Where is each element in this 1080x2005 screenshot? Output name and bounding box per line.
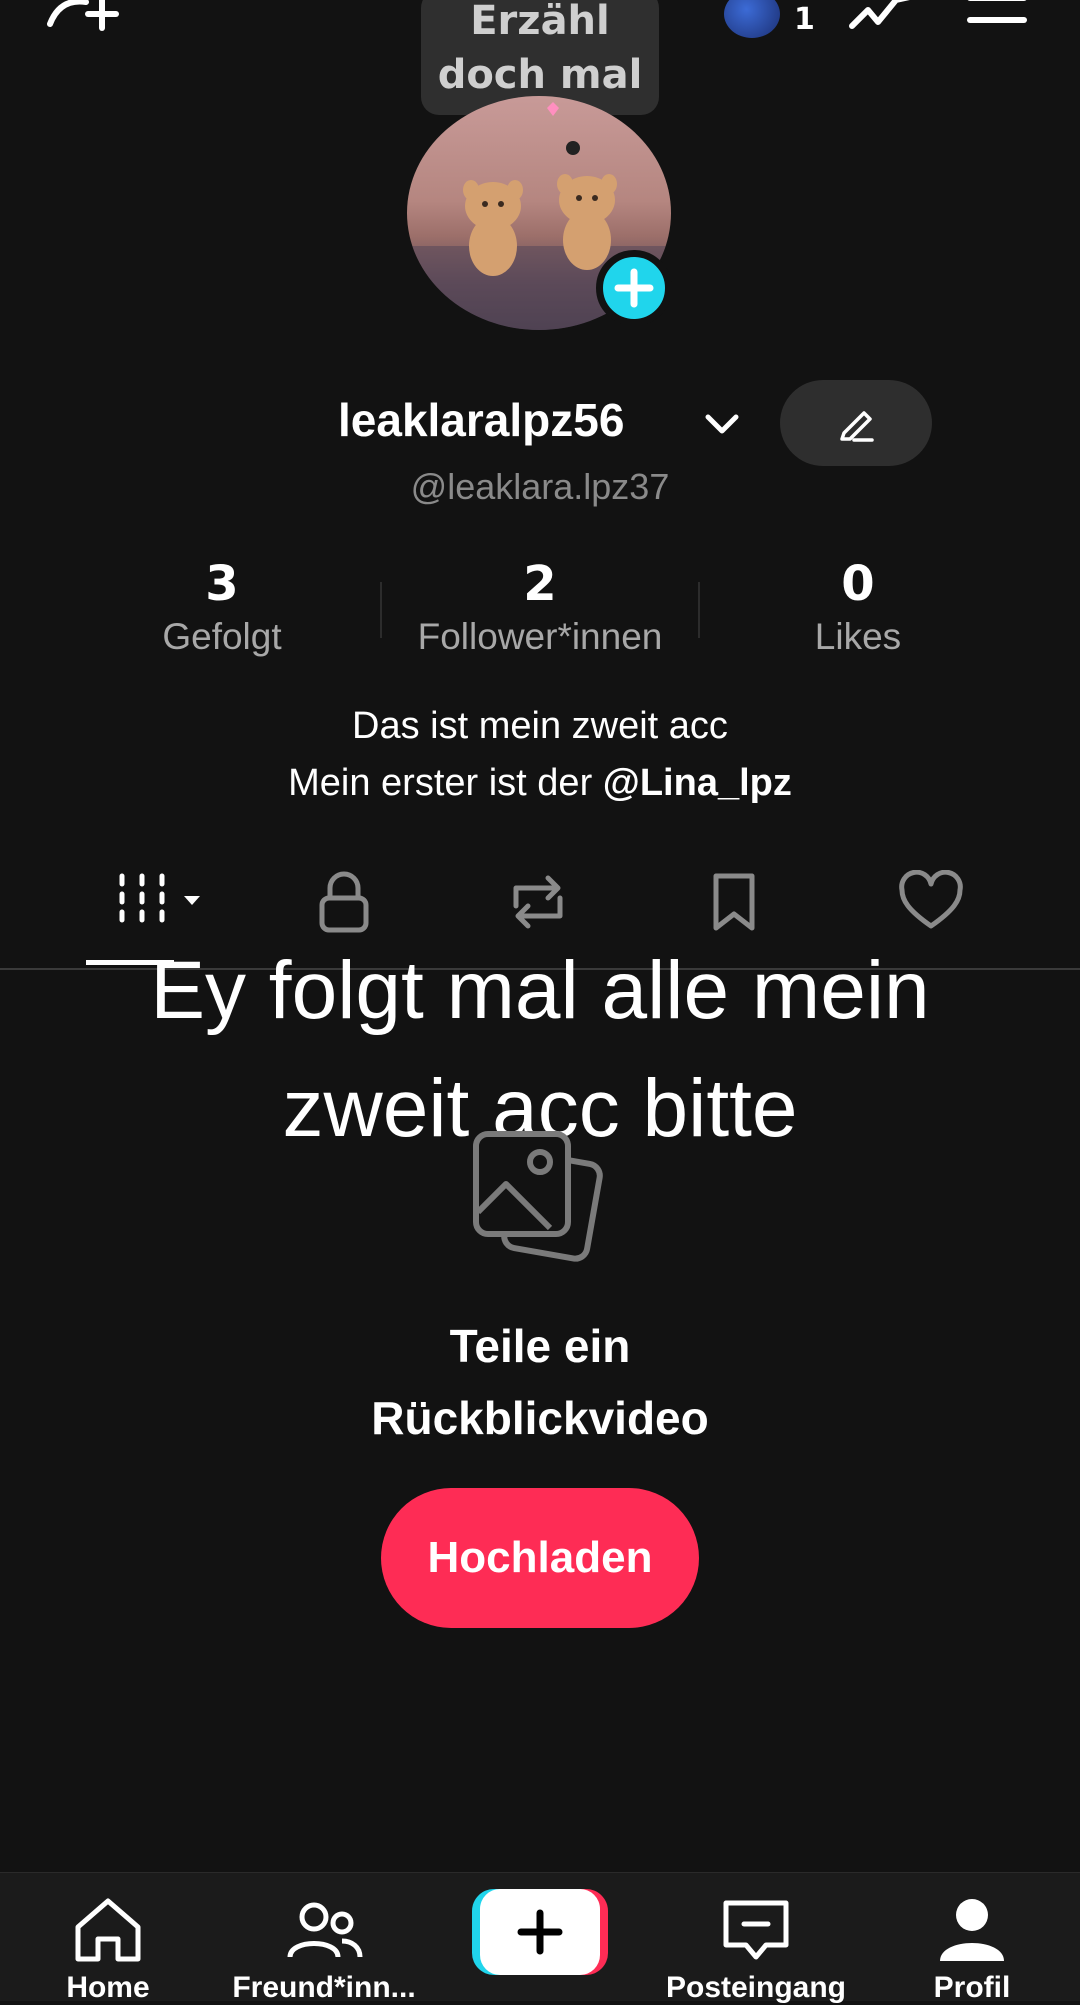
nav-inbox[interactable]: Posteingang bbox=[656, 1893, 856, 2005]
friends-icon bbox=[287, 1902, 363, 1958]
create-button[interactable] bbox=[472, 1889, 608, 1975]
inbox-icon bbox=[723, 1900, 789, 1960]
stat-likes[interactable]: 0 Likes bbox=[708, 556, 1008, 658]
profile-icon bbox=[940, 1899, 1004, 1961]
bio-line2: Mein erster ist der @Lina_lpz bbox=[0, 755, 1080, 812]
photo-icon bbox=[470, 1128, 610, 1272]
chevron-down-icon[interactable] bbox=[702, 405, 742, 449]
bio-line2-prefix: Mein erster ist der bbox=[288, 762, 603, 804]
stat-following[interactable]: 3 Gefolgt bbox=[72, 556, 372, 658]
bio-mention-link[interactable]: @Lina_lpz bbox=[603, 762, 792, 804]
empty-state-title: Teile ein Rückblickvideo bbox=[0, 1310, 1080, 1454]
stat-value: 3 bbox=[205, 556, 239, 612]
story-count: 1 bbox=[794, 2, 815, 37]
bottom-nav: Home Freund*inn... Posteingang Profil bbox=[0, 1872, 1080, 2004]
nav-profile[interactable]: Profil bbox=[872, 1893, 1072, 2005]
stat-label: Follower*innen bbox=[417, 616, 663, 657]
edit-profile-button[interactable] bbox=[780, 380, 932, 466]
upload-button[interactable]: Hochladen bbox=[381, 1488, 699, 1628]
lock-icon[interactable] bbox=[314, 870, 374, 938]
videos-grid-icon[interactable] bbox=[116, 870, 212, 934]
bubble-line2: doch mal bbox=[437, 52, 643, 98]
stat-label: Likes bbox=[814, 616, 902, 657]
bubble-line1: Erzähl bbox=[470, 0, 610, 44]
profile-bio: Das ist mein zweit acc Mein erster ist d… bbox=[0, 698, 1080, 812]
add-story-button[interactable] bbox=[596, 250, 672, 326]
stat-divider bbox=[698, 582, 700, 638]
heart-icon[interactable] bbox=[898, 869, 964, 938]
story-avatar[interactable] bbox=[724, 0, 780, 38]
bio-line1: Das ist mein zweit acc bbox=[352, 705, 728, 747]
home-icon bbox=[75, 1898, 141, 1962]
empty-line2: Rückblickvideo bbox=[371, 1392, 709, 1444]
stat-value: 0 bbox=[841, 556, 875, 612]
nav-home[interactable]: Home bbox=[8, 1893, 208, 2005]
stat-label: Gefolgt bbox=[162, 616, 282, 657]
empty-line1: Teile ein bbox=[449, 1320, 631, 1372]
stat-value: 2 bbox=[523, 556, 557, 612]
caption-line1: Ey folgt mal alle mein bbox=[150, 945, 930, 1036]
nav-friends[interactable]: Freund*inn... bbox=[224, 1893, 424, 2005]
pencil-icon bbox=[840, 411, 874, 442]
bookmark-icon[interactable] bbox=[708, 870, 760, 938]
activity-icon[interactable] bbox=[846, 0, 922, 44]
add-friend-icon[interactable] bbox=[44, 0, 120, 38]
user-handle: @leaklara.lpz37 bbox=[410, 466, 670, 507]
stat-divider bbox=[380, 582, 382, 638]
menu-icon[interactable] bbox=[966, 0, 1028, 32]
username[interactable]: leaklaralpz56 bbox=[338, 393, 624, 447]
repost-icon[interactable] bbox=[504, 870, 572, 938]
stat-followers[interactable]: 2 Follower*innen bbox=[390, 556, 690, 658]
